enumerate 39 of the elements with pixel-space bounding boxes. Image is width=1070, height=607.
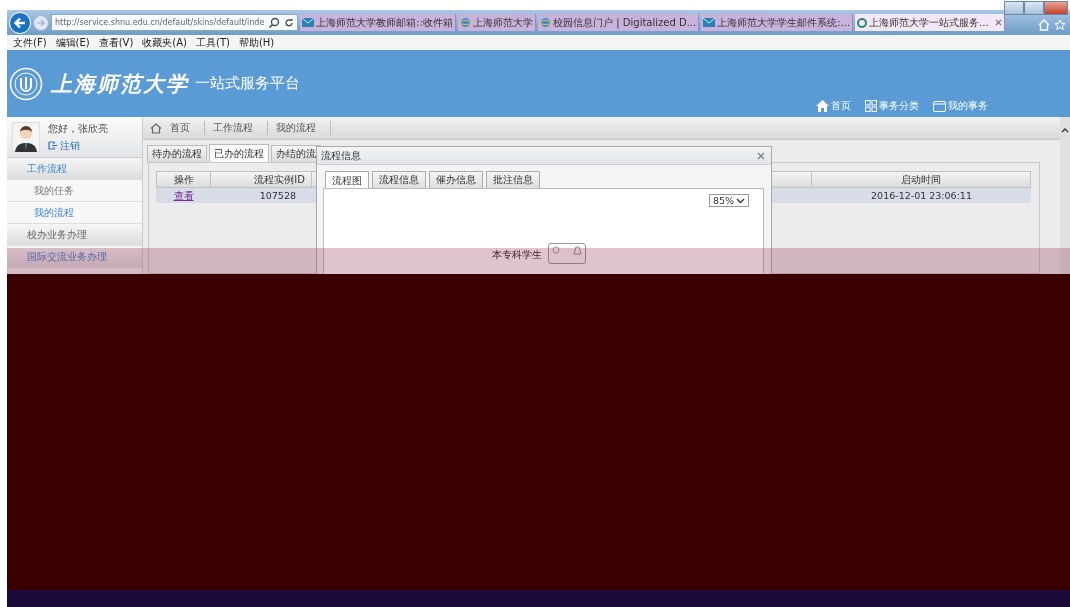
logout-link[interactable]: 注销 bbox=[48, 138, 108, 153]
breadcrumb-link[interactable]: 首页 bbox=[166, 121, 205, 135]
platform-title: 一站式服务平台 bbox=[195, 74, 300, 93]
greeting-text: 您好，张欣亮 bbox=[48, 121, 108, 136]
dialog-tab[interactable]: 流程信息 bbox=[372, 171, 426, 188]
node-label: 本专科学生 bbox=[492, 248, 542, 262]
column-header: 流程实例ID bbox=[211, 171, 312, 188]
tab[interactable]: 已办的流程 bbox=[209, 144, 269, 162]
menu-item[interactable]: 帮助(H) bbox=[238, 35, 275, 50]
sidebar-section[interactable]: 工作流程 bbox=[7, 158, 142, 180]
university-name: 上海师范大学 bbox=[51, 69, 189, 98]
table-cell: 107528 bbox=[211, 188, 312, 203]
menu-item[interactable]: 文件(F) bbox=[13, 35, 47, 50]
browser-tab[interactable]: 上海师范大学教师邮箱::收件箱 bbox=[300, 14, 457, 31]
browser-tab[interactable]: 校园信息门户 | Digitalized D... bbox=[538, 14, 700, 31]
table-cell: 2016-12-01 23:06:11 bbox=[812, 188, 1031, 203]
menu-item[interactable]: 编辑(E) bbox=[55, 35, 90, 50]
tab[interactable]: 办结的流 bbox=[271, 145, 321, 162]
menu-item[interactable]: 收藏夹(A) bbox=[142, 35, 187, 50]
sidebar-item[interactable]: 我的任务 bbox=[7, 180, 142, 202]
breadcrumb-link[interactable]: 我的流程 bbox=[272, 121, 331, 135]
zoom-select[interactable]: 85% bbox=[709, 194, 749, 207]
browser-tab[interactable]: 上海师范大学学生邮件系统:... bbox=[701, 14, 854, 31]
menu-item[interactable]: 工具(T) bbox=[196, 35, 230, 50]
sidebar-section[interactable]: 校办业务办理 bbox=[7, 224, 142, 246]
address-bar[interactable]: http://service.shnu.edu.cn/default/skins/default/inde bbox=[51, 14, 299, 31]
column-header: 操作 bbox=[156, 171, 211, 188]
menu-item[interactable]: 查看(V) bbox=[98, 35, 134, 50]
url-text: http://service.shnu.edu.cn/default/skins/default/inde bbox=[55, 18, 265, 27]
tab[interactable]: 待办的流程 bbox=[147, 145, 207, 162]
browser-tab[interactable]: 上海师范大学 bbox=[458, 14, 537, 31]
dialog-title: 流程信息 bbox=[321, 148, 361, 163]
column-header: 启动时间 bbox=[812, 171, 1031, 188]
breadcrumb-link[interactable]: 工作流程 bbox=[209, 121, 268, 135]
dialog-tab[interactable]: 流程图 bbox=[325, 171, 369, 189]
browser-tab[interactable]: 上海师范大学一站式服务... bbox=[855, 14, 1005, 31]
dialog-tab[interactable]: 催办信息 bbox=[429, 171, 483, 188]
sidebar-item[interactable]: 我的流程 bbox=[7, 202, 142, 224]
dialog-tab[interactable]: 批注信息 bbox=[486, 171, 540, 188]
